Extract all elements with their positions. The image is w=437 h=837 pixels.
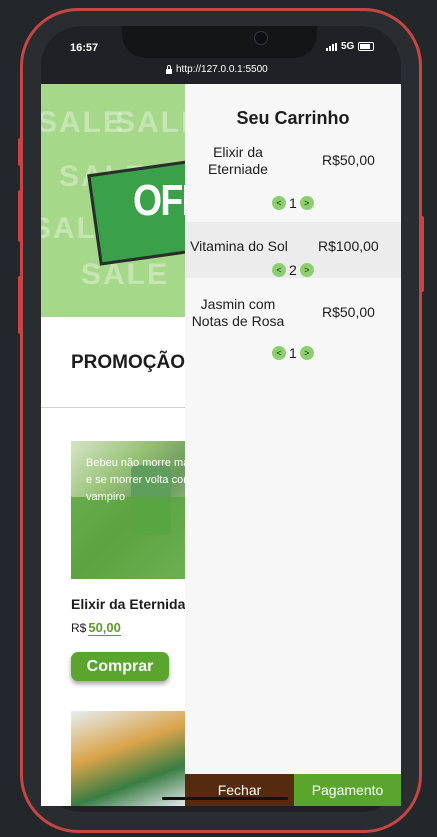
buy-button[interactable]: Comprar: [71, 652, 169, 681]
sale-watermark: SALE: [115, 106, 185, 139]
increase-button[interactable]: >: [299, 196, 314, 210]
close-cart-button[interactable]: Fechar: [185, 774, 294, 806]
url-text: http://127.0.0.1:5500: [176, 64, 268, 75]
side-button: [18, 190, 22, 242]
cart-item-name: Elixir da Eterniade: [208, 144, 268, 177]
quantity-stepper: < 1 >: [272, 195, 314, 211]
currency-symbol: R$: [71, 621, 87, 635]
product-price: R$ 50,00: [71, 620, 121, 636]
side-button: [18, 276, 22, 334]
battery-icon: [358, 42, 375, 51]
sale-watermark: SALE: [41, 106, 126, 139]
side-button: [420, 216, 424, 292]
cart-item: Jasmin com Notas de Rosa R$50,00 < 1 >: [185, 288, 401, 368]
lock-icon: [166, 64, 172, 74]
sale-banner: SALE SALE SALE SALE SALE OFF: [41, 84, 185, 317]
decrease-button[interactable]: <: [272, 346, 286, 360]
increase-button[interactable]: >: [299, 263, 314, 277]
quantity-value: 2: [289, 262, 297, 278]
quantity-value: 1: [289, 195, 297, 211]
quantity-stepper: < 1 >: [272, 345, 314, 361]
web-page: SALE SALE SALE SALE SALE OFF PROMOÇÃO Be…: [41, 84, 401, 806]
product-image[interactable]: [71, 711, 185, 806]
product-description: Bebeu não morre mais e se morrer volta c…: [86, 457, 185, 503]
status-time: 16:57: [70, 42, 99, 54]
cart-item: Vitamina do Sol R$100,00 < 2 >: [185, 222, 401, 278]
home-indicator: [162, 797, 288, 800]
cart-item-price: R$50,00: [322, 152, 375, 168]
checkout-button[interactable]: Pagamento: [294, 774, 401, 806]
cart-item: Elixir da Eterniade R$50,00 < 1 >: [185, 140, 401, 216]
quantity-value: 1: [289, 345, 297, 361]
cart-item-price: R$50,00: [322, 304, 375, 320]
cart-item-price: R$100,00: [318, 238, 379, 254]
divider: [41, 407, 185, 408]
cart-item-name: Jasmin com Notas de Rosa: [191, 296, 285, 329]
signal-icon: [326, 42, 337, 51]
status-indicators: 5G: [326, 41, 375, 52]
camera-icon: [254, 31, 268, 45]
address-bar[interactable]: http://127.0.0.1:5500: [166, 64, 268, 75]
decrease-button[interactable]: <: [272, 196, 286, 210]
cart-title: Seu Carrinho: [236, 108, 350, 128]
quantity-stepper: < 2 >: [272, 262, 314, 278]
price-amount: 50,00: [88, 620, 121, 636]
network-label: 5G: [341, 41, 355, 52]
cart-panel: Seu Carrinho Elixir da Eterniade R$50,00…: [185, 84, 401, 806]
sale-watermark: SALE: [81, 258, 170, 291]
product-name: Elixir da Eternidade: [71, 596, 202, 612]
section-title: PROMOÇÃO: [71, 352, 185, 373]
offer-text: OFF: [133, 176, 185, 225]
product-image[interactable]: Bebeu não morre mais e se morrer volta c…: [71, 441, 185, 579]
side-button: [18, 138, 22, 166]
product-overlay: [71, 497, 185, 579]
decrease-button[interactable]: <: [272, 263, 286, 277]
increase-button[interactable]: >: [299, 346, 314, 360]
cart-item-name: Vitamina do Sol: [190, 238, 288, 254]
notch: [122, 26, 317, 58]
